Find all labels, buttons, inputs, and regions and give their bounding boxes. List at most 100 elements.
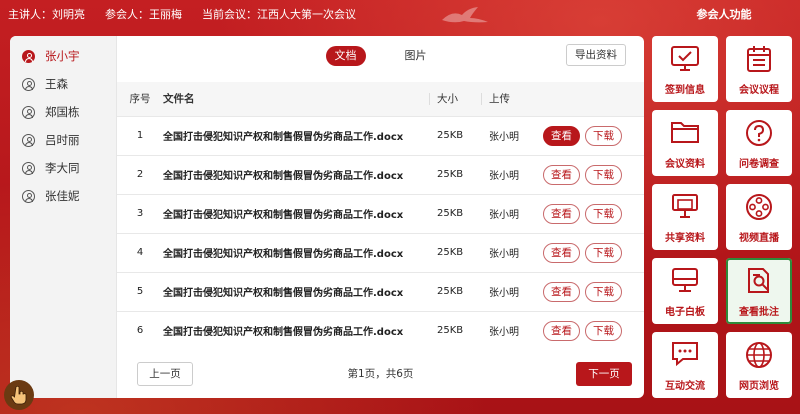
view-button[interactable]: 查看 — [543, 242, 580, 263]
film-reel-icon — [746, 194, 772, 220]
function-panel-title: 参会人功能 — [696, 8, 752, 21]
tile-label: 共享资料 — [665, 233, 705, 244]
export-materials-button[interactable]: 导出资料 — [566, 44, 626, 66]
hand-pointer-icon — [10, 385, 27, 405]
header-actions — [543, 82, 644, 116]
tile-label: 电子白板 — [665, 307, 705, 318]
row-index: 1 — [117, 115, 163, 155]
header-uploader: 上传 — [481, 82, 543, 116]
tile-label: 会议议程 — [739, 85, 779, 96]
header-index: 序号 — [117, 82, 163, 116]
live-video-tile[interactable]: 视频直播 — [726, 184, 792, 250]
file-content-area: 文档 图片 导出资料 序号 文件名 大小 上传 1 全国打击侵犯知识产权和制售假… — [117, 36, 644, 398]
row-uploader: 张小明 — [489, 115, 543, 155]
member-item[interactable]: 王森 — [10, 70, 116, 98]
chat-icon — [672, 342, 698, 367]
speaker-label: 主讲人：刘明亮 — [8, 8, 85, 21]
user-icon — [22, 105, 35, 119]
member-item[interactable]: 张佳妮 — [10, 182, 116, 210]
question-icon — [746, 120, 772, 146]
table-header-row: 序号 文件名 大小 上传 — [117, 82, 644, 116]
view-button[interactable]: 查看 — [543, 281, 580, 302]
whiteboard-icon — [672, 268, 698, 292]
header-filename-label: 文件名 — [163, 93, 195, 106]
download-button[interactable]: 下载 — [585, 203, 622, 224]
web-browse-tile[interactable]: 网页浏览 — [726, 332, 792, 398]
row-uploader: 张小明 — [489, 232, 543, 272]
tile-label: 会议资料 — [665, 159, 705, 170]
current-meeting-label: 当前会议：江西人大第一次会议 — [202, 8, 356, 21]
hand-pointer-button[interactable] — [4, 380, 34, 410]
row-index: 5 — [117, 271, 163, 311]
file-table: 序号 文件名 大小 上传 1 全国打击侵犯知识产权和制售假冒伪劣商品工作.doc… — [117, 82, 644, 350]
view-button[interactable]: 查看 — [543, 320, 580, 341]
user-icon — [22, 133, 35, 147]
row-actions: 查看 下载 — [543, 232, 644, 272]
download-button[interactable]: 下载 — [585, 281, 622, 302]
row-filename: 全国打击侵犯知识产权和制售假冒伪劣商品工作.docx — [163, 193, 437, 233]
function-tiles: 签到信息 会议议程 会议资料 问卷调查 共享资料 视频直播 电子白板 查看批注 … — [652, 36, 794, 398]
view-button[interactable]: 查看 — [543, 164, 580, 185]
member-name: 张小宇 — [45, 49, 80, 63]
member-name: 郑国栋 — [45, 105, 80, 119]
header-filename: 文件名 — [163, 82, 437, 116]
member-item[interactable]: 张小宇 — [10, 42, 116, 70]
download-button[interactable]: 下载 — [585, 242, 622, 263]
row-index: 6 — [117, 310, 163, 350]
calendar-list-icon — [747, 46, 771, 72]
download-button[interactable]: 下载 — [585, 320, 622, 341]
materials-tile[interactable]: 会议资料 — [652, 110, 718, 176]
doc-search-icon — [748, 268, 770, 293]
checkin-info-tile[interactable]: 签到信息 — [652, 36, 718, 102]
monitor-check-icon — [671, 46, 699, 71]
share-screen-icon — [672, 194, 698, 218]
tile-label: 问卷调查 — [739, 159, 779, 170]
shared-materials-tile[interactable]: 共享资料 — [652, 184, 718, 250]
row-index: 3 — [117, 193, 163, 233]
member-name: 李大同 — [45, 161, 80, 175]
row-filename: 全国打击侵犯知识产权和制售假冒伪劣商品工作.docx — [163, 154, 437, 194]
member-item[interactable]: 李大同 — [10, 154, 116, 182]
view-annotations-tile[interactable]: 查看批注 — [726, 258, 792, 324]
tile-label: 网页浏览 — [739, 381, 779, 392]
row-filename: 全国打击侵犯知识产权和制售假冒伪劣商品工作.docx — [163, 115, 437, 155]
view-button[interactable]: 查看 — [543, 125, 580, 146]
download-button[interactable]: 下载 — [585, 125, 622, 146]
meeting-info-bar: 主讲人：刘明亮 参会人：王丽梅 当前会议：江西人大第一次会议 — [0, 0, 648, 28]
table-row: 3 全国打击侵犯知识产权和制售假冒伪劣商品工作.docx 25KB 张小明 查看… — [117, 193, 644, 233]
row-actions: 查看 下载 — [543, 115, 644, 155]
whiteboard-tile[interactable]: 电子白板 — [652, 258, 718, 324]
member-item[interactable]: 郑国栋 — [10, 98, 116, 126]
user-icon — [22, 77, 35, 91]
member-name: 张佳妮 — [45, 189, 80, 203]
tile-label: 互动交流 — [665, 381, 705, 392]
row-size: 25KB — [437, 232, 489, 272]
prev-page-button[interactable]: 上一页 — [137, 362, 193, 386]
table-row: 6 全国打击侵犯知识产权和制售假冒伪劣商品工作.docx 25KB 张小明 查看… — [117, 310, 644, 350]
survey-tile[interactable]: 问卷调查 — [726, 110, 792, 176]
row-filename: 全国打击侵犯知识产权和制售假冒伪劣商品工作.docx — [163, 271, 437, 311]
next-page-button[interactable]: 下一页 — [576, 362, 632, 386]
row-actions: 查看 下载 — [543, 310, 644, 350]
view-button[interactable]: 查看 — [543, 203, 580, 224]
tile-label: 视频直播 — [739, 233, 779, 244]
row-uploader: 张小明 — [489, 271, 543, 311]
row-uploader: 张小明 — [489, 310, 543, 350]
row-size: 25KB — [437, 271, 489, 311]
row-size: 25KB — [437, 310, 489, 350]
tab-images[interactable]: 图片 — [396, 46, 436, 66]
dove-decoration-icon — [442, 7, 488, 23]
row-uploader: 张小明 — [489, 154, 543, 194]
tab-documents[interactable]: 文档 — [325, 46, 366, 66]
header-size-label: 大小 — [437, 93, 458, 106]
row-filename: 全国打击侵犯知识产权和制售假冒伪劣商品工作.docx — [163, 310, 437, 350]
user-icon — [22, 49, 35, 63]
row-actions: 查看 下载 — [543, 193, 644, 233]
user-icon — [22, 161, 35, 175]
tile-label: 签到信息 — [665, 85, 705, 96]
agenda-tile[interactable]: 会议议程 — [726, 36, 792, 102]
download-button[interactable]: 下载 — [585, 164, 622, 185]
member-item[interactable]: 吕时丽 — [10, 126, 116, 154]
row-filename: 全国打击侵犯知识产权和制售假冒伪劣商品工作.docx — [163, 232, 437, 272]
interaction-tile[interactable]: 互动交流 — [652, 332, 718, 398]
